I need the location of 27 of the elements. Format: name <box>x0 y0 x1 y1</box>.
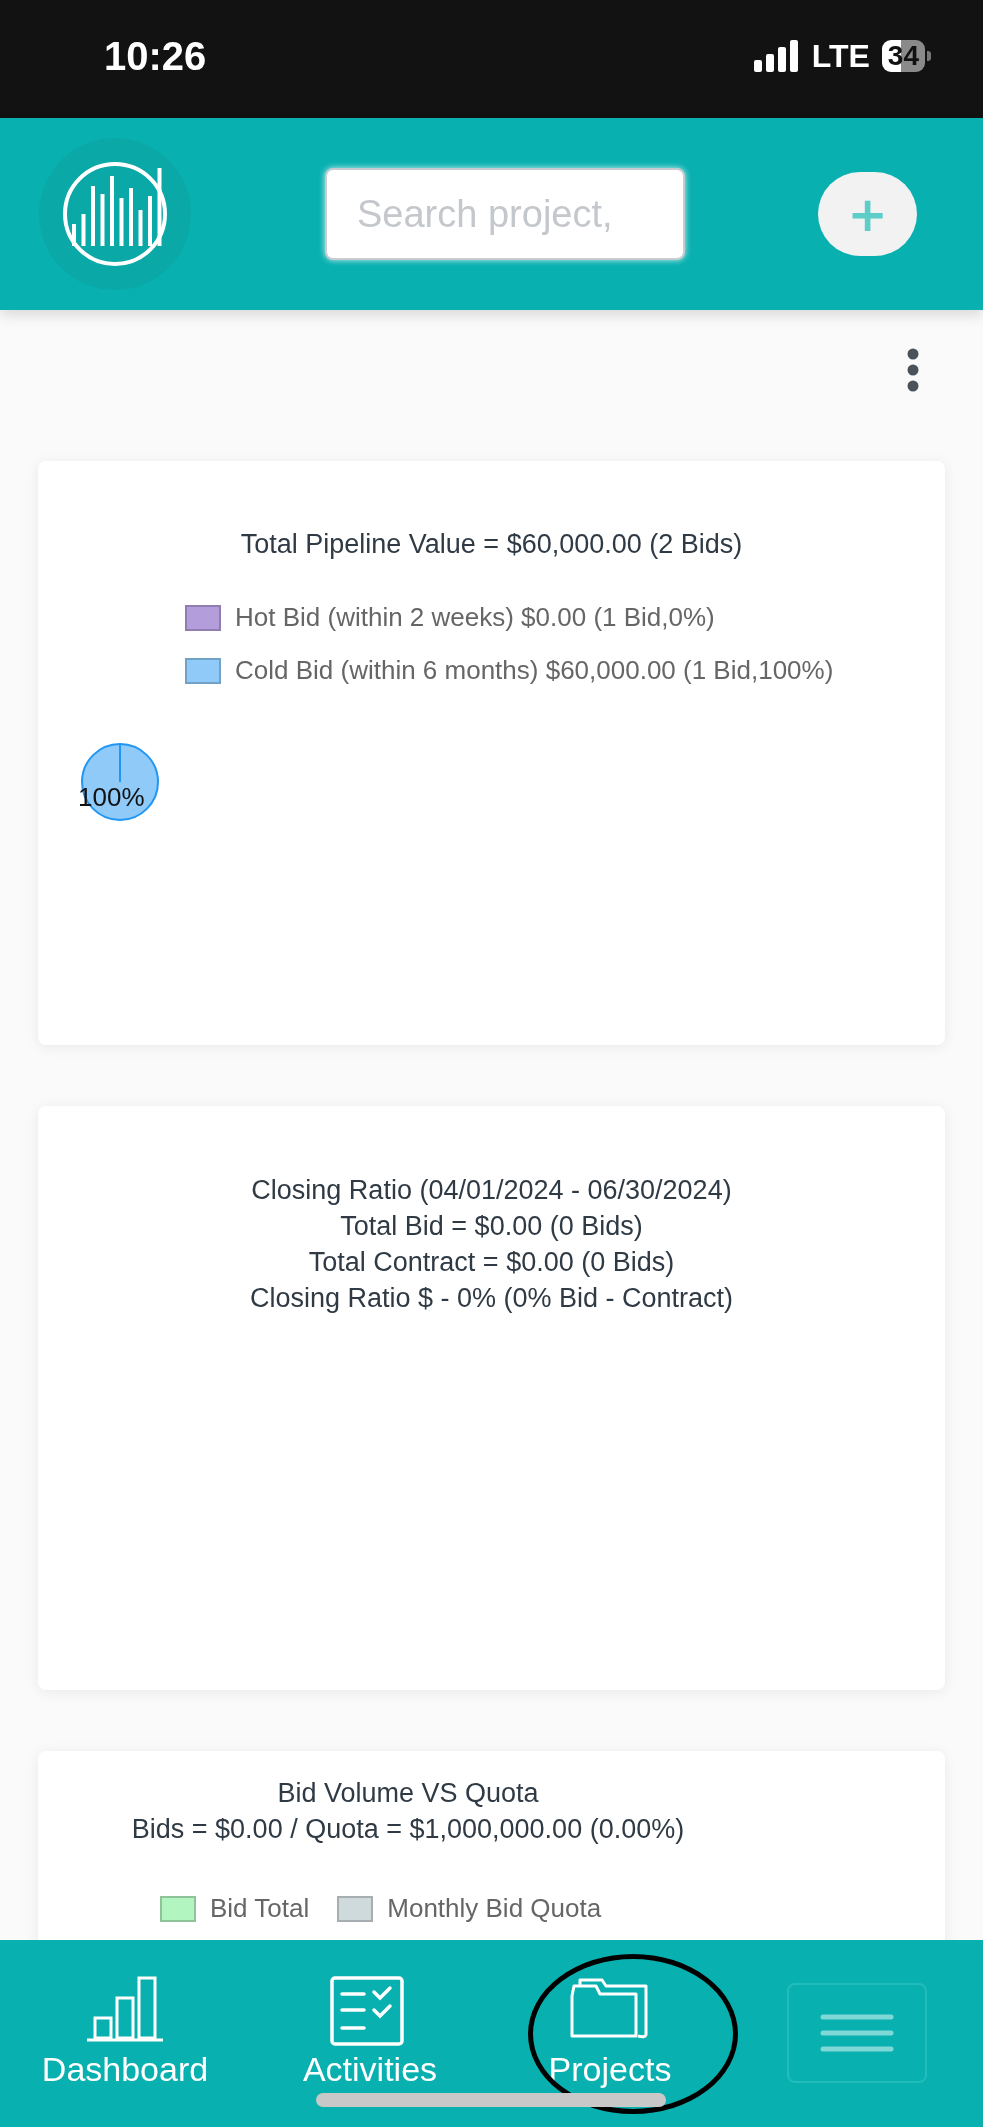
legend-label: Cold Bid (within 6 months) $60,000.00 (1 Bid,100%) <box>235 655 834 686</box>
legend-label: Monthly Bid Quota <box>387 1893 602 1924</box>
nav-tab[interactable]: Activities <box>250 1940 490 2127</box>
stat-text: Total Contract = $0.00 (0 Bids) <box>308 1246 675 1279</box>
search-field[interactable]: Search project, <box>325 168 685 260</box>
chart-title: Bid Volume VS Quota <box>277 1777 539 1810</box>
chart-subtitle: Bids = $0.00 / Quota = $1,000,000.00 (0.00%) <box>131 1813 685 1846</box>
stat-text: Closing Ratio $ - 0% (0% Bid - Contract) <box>249 1282 734 1315</box>
logo-icon[interactable] <box>39 138 191 290</box>
nav-label: Dashboard <box>41 2050 209 2088</box>
network-label: LTE <box>811 37 870 75</box>
nav-tab[interactable]: Dashboard <box>0 1940 250 2127</box>
nav-label: Projects <box>548 2050 672 2088</box>
stat-text: Total Bid = $0.00 (0 Bids) <box>340 1210 643 1243</box>
more-options-icon[interactable] <box>907 348 919 392</box>
stat-text: Closing Ratio (04/01/2024 - 06/30/2024) <box>251 1174 732 1207</box>
signal-icon <box>753 40 800 72</box>
legend-label: Hot Bid (within 2 weeks) $0.00 (1 Bid,0%) <box>235 602 715 633</box>
menu-icon <box>818 2013 895 2053</box>
nav-tab[interactable]: Projects <box>490 1940 730 2127</box>
chart-title: Total Pipeline Value = $60,000.00 (2 Bids) <box>239 528 744 560</box>
add-button[interactable]: + <box>818 172 917 256</box>
legend-label: Bid Total <box>210 1893 310 1924</box>
menu-button[interactable] <box>786 1983 927 2083</box>
nav-label: Activities <box>302 2050 438 2088</box>
clock-time: 10:26 <box>104 33 207 80</box>
slice-label: 100% <box>78 782 145 813</box>
